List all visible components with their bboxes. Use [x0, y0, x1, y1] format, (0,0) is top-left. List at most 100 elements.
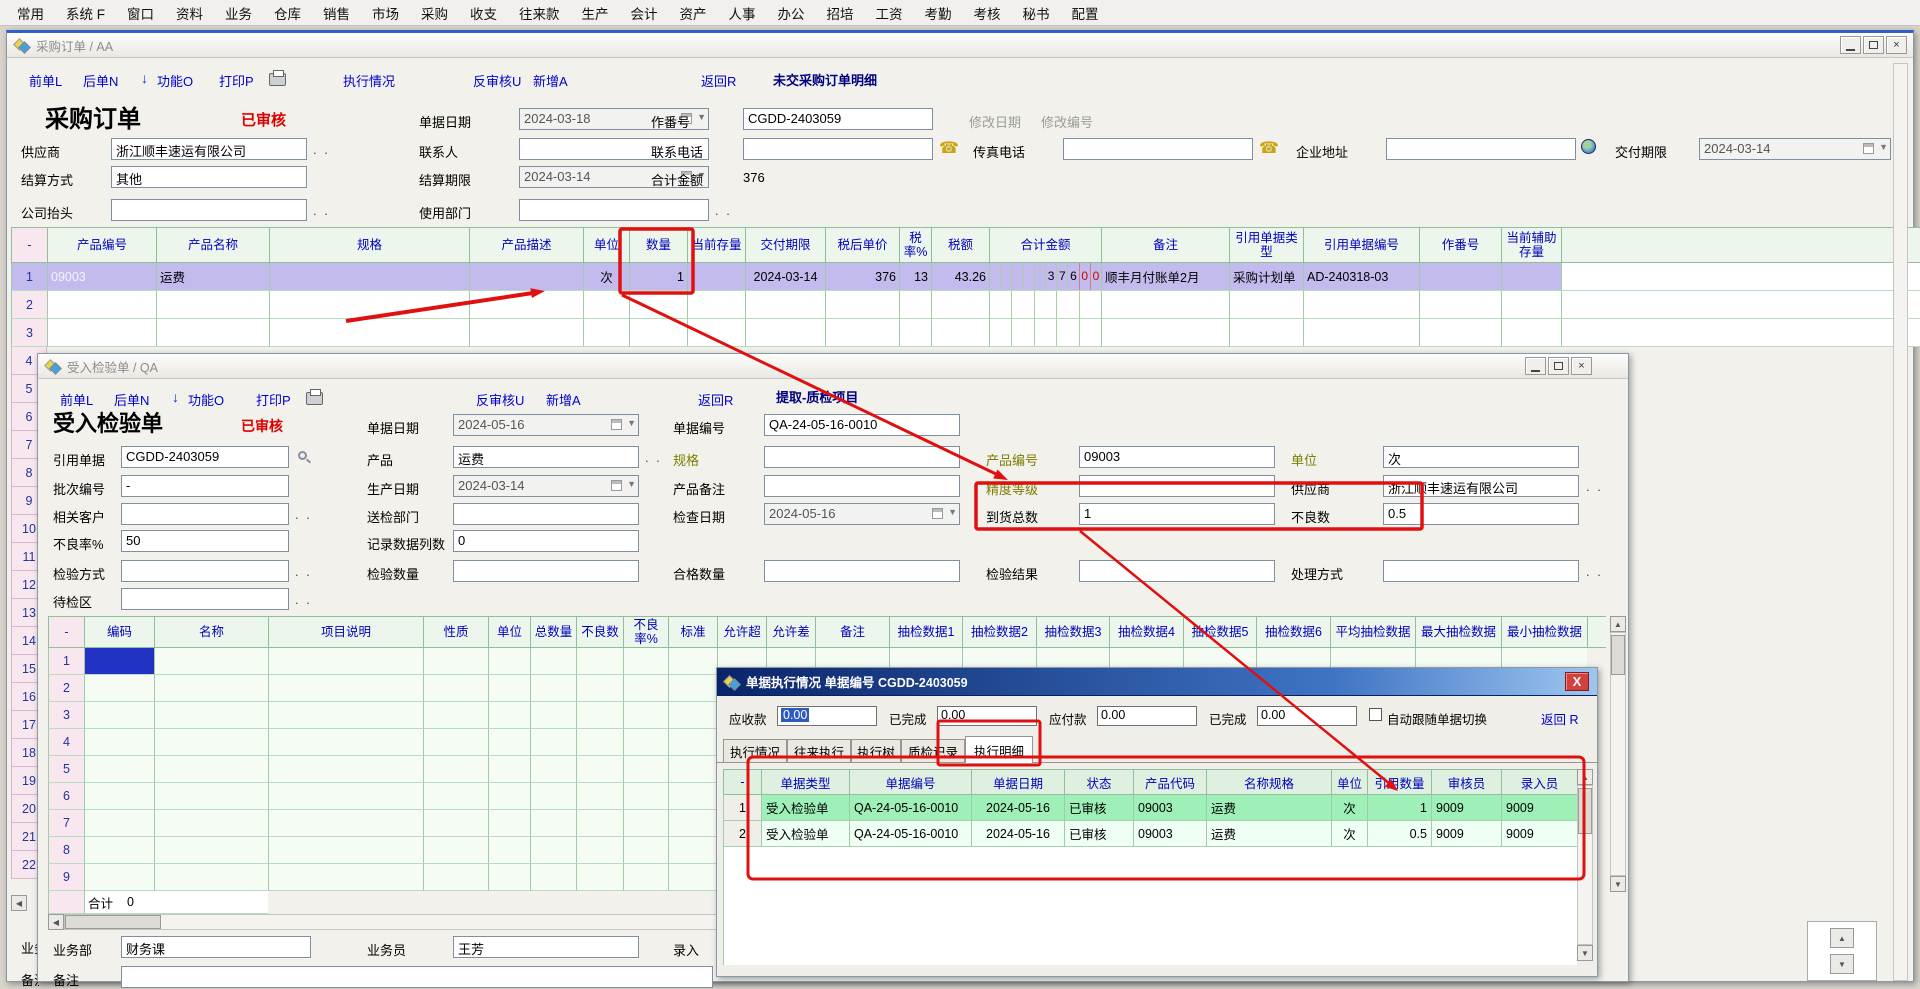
exec-cell[interactable]: 2024-05-16 — [971, 795, 1064, 821]
menu-item[interactable]: 会计 — [620, 3, 669, 23]
po-cell[interactable] — [469, 319, 583, 347]
qa-pass-field[interactable] — [764, 560, 960, 582]
po-cell[interactable] — [269, 263, 469, 291]
close-icon[interactable]: X — [1565, 672, 1589, 691]
po-next-button[interactable]: 后单N — [83, 71, 118, 90]
customer-lookup-button[interactable]: . . — [295, 507, 312, 522]
tab-exec-status[interactable]: 执行情况 — [723, 739, 787, 763]
po-cell[interactable] — [1229, 291, 1303, 319]
qa-vertical-scrollbar[interactable] — [1610, 632, 1626, 876]
exec-vertical-scrollbar[interactable] — [1577, 785, 1593, 945]
po-cell[interactable]: 43.26 — [931, 263, 989, 291]
qa-cell[interactable] — [268, 837, 423, 864]
qa-cell[interactable]: 4 — [48, 729, 84, 756]
qa-method-field[interactable] — [121, 560, 289, 582]
qa-cell[interactable] — [530, 729, 576, 756]
po-cell[interactable] — [156, 319, 269, 347]
exec-cell[interactable]: 1 — [1367, 795, 1431, 821]
po-cell[interactable] — [1101, 291, 1229, 319]
po-cell[interactable] — [899, 319, 931, 347]
po-cell[interactable]: 顺丰月付账单2月 — [1101, 263, 1229, 291]
restore-icon[interactable] — [1548, 357, 1569, 375]
qa-cell[interactable]: 5 — [48, 756, 84, 783]
qa-cell[interactable] — [530, 810, 576, 837]
menu-item[interactable]: 资产 — [669, 3, 718, 23]
po-cell[interactable]: 3 — [11, 319, 47, 347]
tab-exec-detail[interactable]: 执行明细 — [965, 736, 1033, 763]
po-cell[interactable] — [47, 319, 156, 347]
menu-item[interactable]: 办公 — [767, 3, 816, 23]
qa-cell[interactable] — [576, 702, 623, 729]
scroll-left-icon[interactable]: ◀ — [48, 914, 64, 930]
tab-transactions[interactable]: 往来执行 — [787, 739, 851, 763]
qa-cell[interactable] — [488, 864, 530, 891]
qa-cell[interactable] — [154, 675, 268, 702]
po-supplier-field[interactable]: 浙江顺丰速运有限公司 — [111, 138, 307, 160]
qa-footer-person-field[interactable]: 王芳 — [453, 936, 639, 958]
po-cell[interactable]: 次 — [583, 263, 629, 291]
qa-cell[interactable] — [623, 756, 668, 783]
menu-item[interactable]: 考核 — [963, 3, 1012, 23]
qa-cell[interactable] — [154, 864, 268, 891]
qa-cell[interactable] — [154, 783, 268, 810]
exec-cell[interactable]: 运费 — [1206, 821, 1331, 847]
exec-cell[interactable]: 已审核 — [1064, 821, 1133, 847]
qa-unapprove-button[interactable]: 反审核U — [476, 390, 524, 409]
po-cell[interactable] — [629, 319, 687, 347]
menu-item[interactable]: 常用 — [6, 3, 55, 23]
qa-cell[interactable] — [154, 810, 268, 837]
qa-cell[interactable] — [668, 864, 717, 891]
exec-cell[interactable]: 0.5 — [1367, 821, 1431, 847]
qa-batch-field[interactable]: - — [121, 475, 289, 497]
po-settle-field[interactable]: 其他 — [111, 166, 307, 188]
qa-add-button[interactable]: 新增A — [546, 390, 581, 409]
menu-item[interactable]: 销售 — [312, 3, 361, 23]
menu-item[interactable]: 收支 — [459, 3, 508, 23]
qa-check-date-field[interactable]: 2024-05-16▼ — [764, 503, 960, 525]
qa-cell[interactable] — [623, 702, 668, 729]
qa-no-field[interactable]: QA-24-05-16-0010 — [764, 414, 960, 436]
qa-cell[interactable] — [530, 864, 576, 891]
exec-cell[interactable]: 运费 — [1206, 795, 1331, 821]
menu-item[interactable]: 采购 — [410, 3, 459, 23]
po-cell[interactable] — [1501, 263, 1561, 291]
qa-cell[interactable]: 7 — [48, 810, 84, 837]
po-cell[interactable] — [469, 263, 583, 291]
qa-cell[interactable] — [423, 810, 488, 837]
qa-footer-note-field[interactable] — [121, 966, 713, 988]
po-prev-button[interactable]: 前单L — [29, 71, 62, 90]
po-cell[interactable] — [47, 291, 156, 319]
qa-cell[interactable] — [84, 675, 154, 702]
qa-cell[interactable] — [84, 756, 154, 783]
handle-lookup-button[interactable]: . . — [1586, 564, 1603, 579]
qa-cell[interactable] — [423, 675, 488, 702]
menu-item[interactable]: 工资 — [865, 3, 914, 23]
qa-precision-field[interactable] — [1079, 475, 1275, 497]
qa-defect-rate-field[interactable]: 50 — [121, 530, 289, 552]
qa-cell[interactable]: 3 — [48, 702, 84, 729]
po-back-button[interactable]: 返回R — [701, 71, 736, 90]
qa-cell[interactable] — [576, 675, 623, 702]
exec-cell[interactable]: 9009 — [1501, 795, 1577, 821]
qa-cell[interactable] — [268, 702, 423, 729]
qa-cell[interactable] — [488, 756, 530, 783]
supplier-lookup-button[interactable]: . . — [1586, 479, 1603, 494]
chevron-down-icon[interactable]: ▼ — [627, 418, 636, 428]
exec-cell[interactable]: 2024-05-16 — [971, 821, 1064, 847]
qa-cell[interactable] — [623, 648, 668, 675]
po-deliver-field[interactable]: 2024-03-14▼ — [1699, 138, 1891, 160]
qa-unit-field[interactable]: 次 — [1383, 446, 1579, 468]
qa-product-code-field[interactable]: 09003 — [1079, 446, 1275, 468]
exec-cell[interactable]: 1 — [723, 795, 761, 821]
qa-cell[interactable] — [623, 675, 668, 702]
po-cell[interactable] — [1101, 319, 1229, 347]
exec-cell[interactable]: QA-24-05-16-0010 — [849, 795, 971, 821]
qa-cell[interactable] — [530, 648, 576, 675]
qa-footer-dept-field[interactable]: 财务课 — [121, 936, 311, 958]
exec-recv-done-field[interactable]: 0.00 — [937, 706, 1037, 726]
qa-cell[interactable]: 2 — [48, 675, 84, 702]
po-cell[interactable] — [825, 291, 899, 319]
po-company-field[interactable] — [111, 199, 307, 221]
qa-cell[interactable] — [84, 837, 154, 864]
po-cell[interactable] — [1229, 319, 1303, 347]
